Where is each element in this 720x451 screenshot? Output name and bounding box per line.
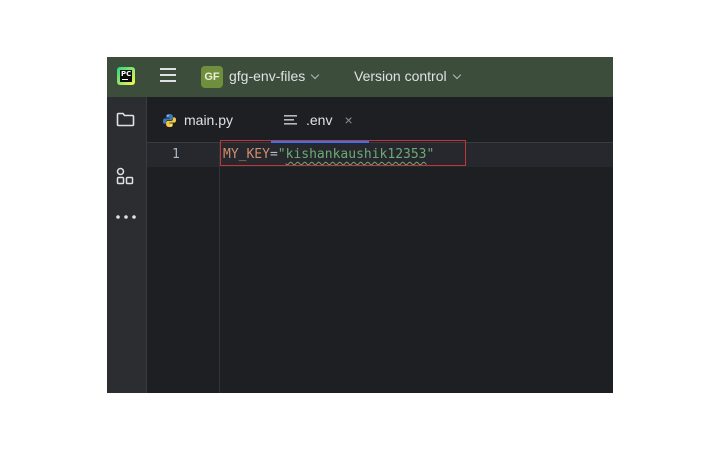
tab-label: main.py (184, 112, 234, 128)
pycharm-logo-icon[interactable]: PC (117, 67, 135, 85)
version-control-menu[interactable]: Version control (354, 68, 461, 84)
line-number: 1 (172, 147, 180, 162)
project-selector[interactable]: gfg-env-files (229, 68, 320, 84)
structure-icon[interactable] (116, 167, 134, 185)
logo-text: PC (121, 70, 132, 78)
chevron-down-icon (311, 70, 320, 80)
tab-env[interactable]: .env × (284, 97, 353, 143)
annotation-highlight-box (220, 140, 466, 166)
more-icon[interactable] (115, 214, 137, 220)
title-bar: PC GF gfg-env-files Version control (107, 57, 613, 97)
text-file-icon (284, 115, 297, 125)
main-menu-icon[interactable] (160, 68, 176, 84)
gutter-divider (219, 143, 220, 393)
project-badge[interactable]: GF (201, 66, 223, 88)
python-icon (162, 113, 177, 127)
folder-icon[interactable] (116, 112, 135, 127)
tab-label: .env (306, 112, 333, 128)
editor-tab-bar: main.py .env × (147, 97, 613, 143)
close-icon[interactable]: × (344, 112, 352, 128)
chevron-down-icon (452, 70, 461, 80)
ide-window: PC GF gfg-env-files Version control main… (107, 57, 613, 393)
tool-window-sidebar (107, 97, 147, 393)
tab-main-py[interactable]: main.py (162, 97, 233, 143)
project-name: gfg-env-files (229, 68, 306, 84)
version-control-label: Version control (354, 68, 447, 84)
code-editor[interactable]: 1 MY_KEY="kishankaushik12353" (147, 140, 613, 393)
